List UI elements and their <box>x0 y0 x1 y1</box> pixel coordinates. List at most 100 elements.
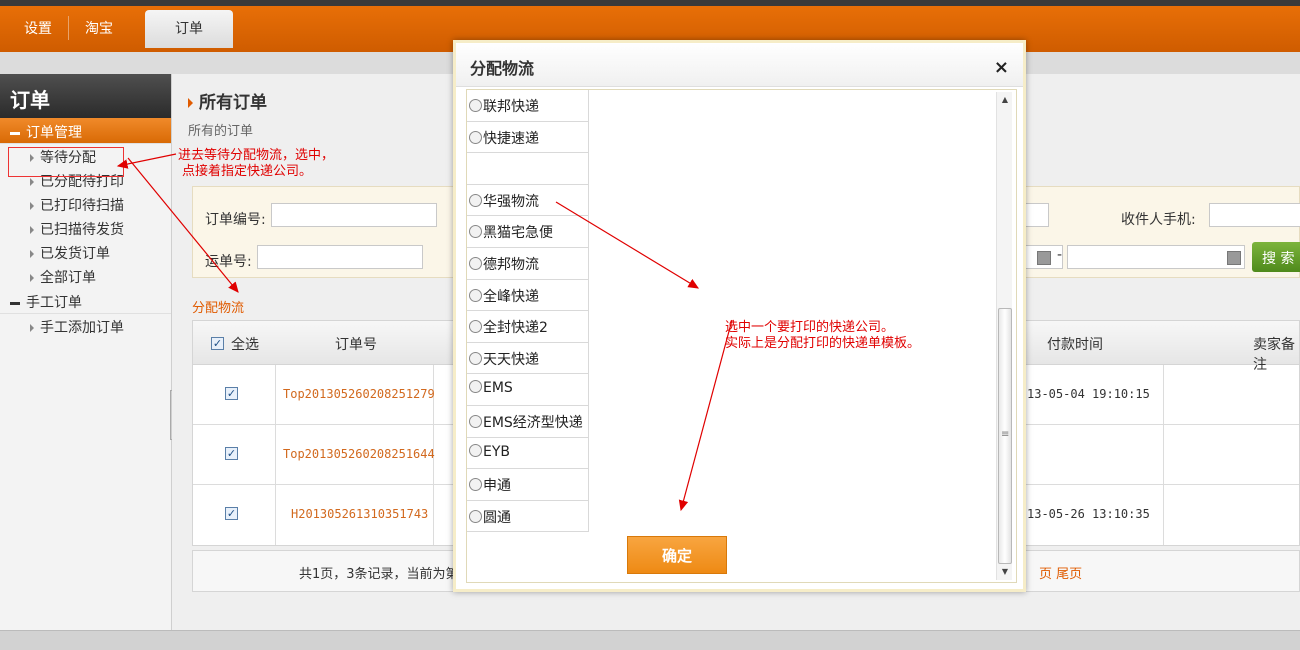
dialog-title: 分配物流 <box>470 59 535 78</box>
assign-logistics-dialog: 分配物流 × 联邦快递 快捷速递 华强物流 黑猫宅急便 德邦物流 全峰快递 全封… <box>453 40 1026 592</box>
sidebar-item-label: 已打印待扫描 <box>40 198 124 214</box>
calendar-icon[interactable] <box>1227 251 1241 265</box>
dialog-header: 分配物流 × <box>456 43 1023 87</box>
row-checkbox[interactable]: ✓ <box>225 447 238 460</box>
radio-icon[interactable] <box>469 130 482 144</box>
sidebar-item-shipped[interactable]: 已发货订单 <box>0 240 171 264</box>
triangle-icon <box>30 324 34 332</box>
carrier-option[interactable]: 全封快递2 <box>467 311 589 343</box>
dialog-scrollbar[interactable]: ▲ ≡ ▼ <box>996 92 1012 580</box>
nav-orders[interactable]: 订单 <box>145 10 233 48</box>
sidebar-item-label: 全部订单 <box>40 270 96 286</box>
nav-taobao[interactable]: 淘宝 <box>73 14 125 48</box>
confirm-button[interactable]: 确定 <box>627 536 727 574</box>
carrier-option[interactable]: EMS经济型快递 <box>467 405 589 438</box>
radio-icon[interactable] <box>469 320 482 334</box>
triangle-icon <box>30 226 34 234</box>
close-icon[interactable]: × <box>994 57 1009 78</box>
pay-time: 13-05-04 19:10:15 <box>1027 387 1150 401</box>
waybill-input[interactable] <box>257 245 423 269</box>
order-no-label: 订单编号: <box>205 212 266 228</box>
annotation-highlight-box <box>8 147 124 177</box>
carrier-list: 联邦快递 快捷速递 华强物流 黑猫宅急便 德邦物流 全峰快递 全封快递2 天天快… <box>467 90 589 533</box>
carrier-option[interactable]: EMS <box>467 374 589 406</box>
sidebar-group-manual-orders[interactable]: 手工订单 <box>0 288 171 314</box>
top-nav: 设置 淘宝 订单 <box>12 10 233 48</box>
order-no-input[interactable] <box>271 203 437 227</box>
sidebar-title: 订单 <box>0 74 171 118</box>
carrier-option[interactable]: 天天快递 <box>467 342 589 375</box>
scroll-thumb[interactable]: ≡ <box>998 308 1012 564</box>
radio-icon[interactable] <box>469 193 482 207</box>
select-all-checkbox[interactable]: ✓ <box>211 337 224 350</box>
collapse-icon <box>10 131 20 135</box>
bottom-strip <box>0 630 1300 650</box>
radio-icon[interactable] <box>469 99 482 112</box>
order-no-link[interactable]: H201305261310351743 <box>291 507 428 521</box>
radio-icon[interactable] <box>469 225 482 239</box>
sidebar-item-to-scan[interactable]: 已打印待扫描 <box>0 192 171 216</box>
carrier-option[interactable]: 华强物流 <box>467 184 589 217</box>
radio-icon[interactable] <box>469 443 482 457</box>
select-all-label: 全选 <box>231 337 259 353</box>
order-no-link[interactable]: Top201305260208251279 <box>283 387 435 401</box>
carrier-option-blank <box>467 153 589 185</box>
scroll-up-icon[interactable]: ▲ <box>997 92 1013 108</box>
annotation-modal-note-1: 选中一个要打印的快递公司。 <box>725 320 895 335</box>
radio-icon[interactable] <box>469 351 482 365</box>
sidebar-item-all[interactable]: 全部订单 <box>0 264 171 288</box>
phone-input[interactable] <box>1209 203 1300 227</box>
last-page-link[interactable]: 页 尾页 <box>1039 563 1082 582</box>
sidebar-item-label: 已扫描待发货 <box>40 222 124 238</box>
row-checkbox[interactable]: ✓ <box>225 387 238 400</box>
title-marker-icon <box>188 98 193 108</box>
calendar-icon[interactable] <box>1037 251 1051 265</box>
carrier-option[interactable]: 圆通 <box>467 500 589 533</box>
waybill-label: 运单号: <box>205 254 252 270</box>
pagination-summary: 共1页，3条记录，当前为第 <box>299 567 459 582</box>
radio-icon[interactable] <box>469 509 482 523</box>
dialog-body: 联邦快递 快捷速递 华强物流 黑猫宅急便 德邦物流 全峰快递 全封快递2 天天快… <box>466 89 1017 583</box>
radio-icon[interactable] <box>469 380 482 394</box>
nav-divider <box>68 16 69 40</box>
carrier-option[interactable]: 黑猫宅急便 <box>467 216 589 248</box>
date-dash: - <box>1057 247 1063 263</box>
annotation-sidebar-note-2: 点接着指定快递公司。 <box>182 164 313 179</box>
radio-icon[interactable] <box>469 414 482 428</box>
assign-logistics-link[interactable]: 分配物流 <box>192 297 244 316</box>
collapse-icon <box>10 301 20 305</box>
search-button[interactable]: 搜 索 <box>1252 242 1300 272</box>
radio-icon[interactable] <box>469 478 482 492</box>
group-label: 订单管理 <box>26 125 82 141</box>
order-no-link[interactable]: Top201305260208251644 <box>283 447 435 461</box>
date-end-input[interactable] <box>1067 245 1245 269</box>
triangle-icon <box>30 178 34 186</box>
carrier-option[interactable]: 联邦快递 <box>467 90 589 122</box>
nav-settings[interactable]: 设置 <box>12 14 64 48</box>
carrier-option[interactable]: EYB <box>467 437 589 470</box>
row-checkbox[interactable]: ✓ <box>225 507 238 520</box>
phone-label: 收件人手机: <box>1121 212 1196 228</box>
carrier-option[interactable]: 德邦物流 <box>467 247 589 280</box>
triangle-icon <box>30 202 34 210</box>
triangle-icon <box>30 274 34 282</box>
scroll-down-icon[interactable]: ▼ <box>997 564 1013 580</box>
col-order-no: 订单号 <box>335 337 377 353</box>
group-label: 手工订单 <box>26 295 82 311</box>
annotation-sidebar-note-1: 进去等待分配物流，选中， <box>178 148 335 163</box>
carrier-option[interactable]: 申通 <box>467 469 589 501</box>
sidebar-group-order-management[interactable]: 订单管理 <box>0 118 171 144</box>
page-title: 所有订单 <box>188 88 267 113</box>
col-pay-time: 付款时间 <box>1047 337 1103 353</box>
carrier-option[interactable]: 全峰快递 <box>467 279 589 312</box>
pay-time: 13-05-26 13:10:35 <box>1027 507 1150 521</box>
grip-icon: ≡ <box>1001 429 1010 440</box>
triangle-icon <box>30 250 34 258</box>
sidebar-item-add-manual[interactable]: 手工添加订单 <box>0 314 171 338</box>
carrier-option[interactable]: 快捷速递 <box>467 121 589 154</box>
sidebar-item-label: 已发货订单 <box>40 246 110 262</box>
radio-icon[interactable] <box>469 288 482 302</box>
sidebar-item-to-ship[interactable]: 已扫描待发货 <box>0 216 171 240</box>
radio-icon[interactable] <box>469 256 482 270</box>
page-subtitle: 所有的订单 <box>188 124 254 139</box>
